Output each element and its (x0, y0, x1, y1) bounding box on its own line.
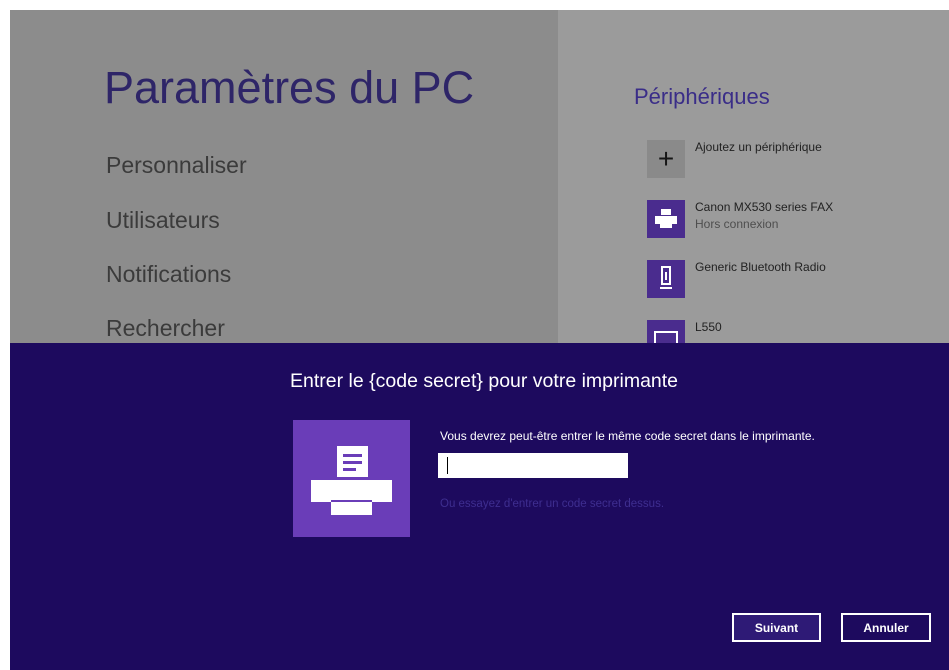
pin-input[interactable] (438, 453, 628, 478)
device-name: L550 (695, 320, 722, 334)
add-device-label: Ajoutez un périphérique (695, 140, 822, 154)
cancel-button[interactable]: Annuler (841, 613, 931, 642)
screen: Paramètres du PC Personnaliser Utilisate… (10, 10, 949, 670)
plus-icon: + (647, 140, 685, 178)
next-button[interactable]: Suivant (732, 613, 821, 642)
device-status: Hors connexion (695, 217, 779, 231)
nav-item-rechercher[interactable]: Rechercher (106, 315, 225, 342)
device-name: Generic Bluetooth Radio (695, 260, 826, 274)
nav-item-personnaliser[interactable]: Personnaliser (106, 152, 247, 179)
add-device-button[interactable]: + Ajoutez un périphérique (647, 140, 947, 180)
nav-item-utilisateurs[interactable]: Utilisateurs (106, 207, 220, 234)
settings-nav-pane: Paramètres du PC Personnaliser Utilisate… (10, 10, 558, 343)
printer-icon (293, 420, 410, 537)
devices-section-title: Périphériques (634, 84, 770, 109)
alt-pin-link[interactable]: Ou essayez d'entrer un code secret dessu… (440, 498, 664, 510)
device-name: Canon MX530 series FAX (695, 200, 834, 214)
devices-pane: Périphériques + Ajoutez un périphérique … (558, 10, 949, 358)
device-item-bluetooth[interactable]: Generic Bluetooth Radio (647, 260, 947, 300)
text-caret (447, 457, 448, 474)
instruction-text: Vous devrez peut-être entrer le même cod… (440, 429, 815, 443)
dialog-title: Entrer le {code secret} pour votre impri… (290, 370, 679, 392)
pin-dialog: Entrer le {code secret} pour votre impri… (10, 343, 949, 670)
printer-icon (647, 200, 685, 238)
page-title: Paramètres du PC (104, 62, 475, 113)
nav-item-notifications[interactable]: Notifications (106, 261, 231, 288)
device-item-canon[interactable]: Canon MX530 series FAX Hors connexion (647, 200, 947, 240)
bluetooth-radio-icon (647, 260, 685, 298)
